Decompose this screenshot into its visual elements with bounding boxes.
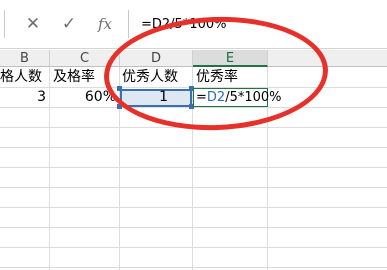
cell-b1[interactable]: 格人数 bbox=[0, 67, 50, 88]
cancel-icon[interactable]: ✕ bbox=[20, 12, 46, 36]
cell-b2[interactable]: 3 bbox=[0, 87, 50, 108]
grid-line bbox=[0, 267, 387, 268]
checkmark-icon[interactable]: ✓ bbox=[56, 12, 82, 36]
grid-line bbox=[0, 247, 387, 248]
formula-bar-divider bbox=[0, 10, 5, 38]
column-header-b[interactable]: B bbox=[0, 50, 50, 67]
grid-line bbox=[0, 207, 387, 208]
grid-line bbox=[0, 227, 387, 228]
grid-line bbox=[0, 147, 387, 148]
insert-function-button[interactable]: fx bbox=[92, 12, 118, 36]
grid-line bbox=[0, 167, 387, 168]
grid-line bbox=[0, 187, 387, 188]
